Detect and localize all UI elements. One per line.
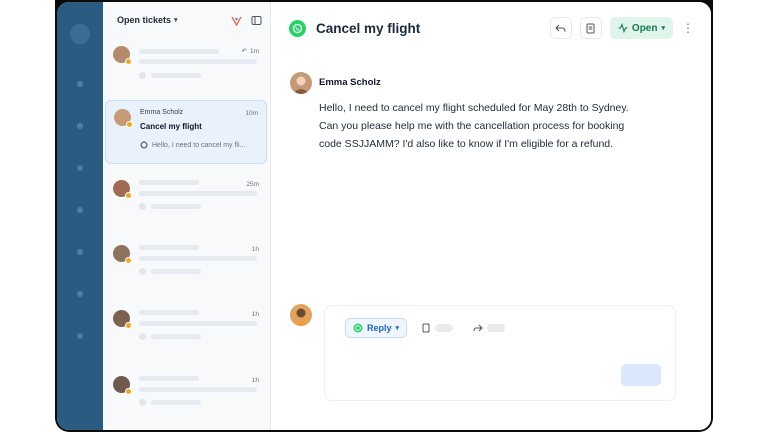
forward-tool[interactable] <box>473 320 505 336</box>
reply-arrow-icon: ↶ <box>241 48 247 55</box>
message-author: Emma Scholz <box>319 77 381 88</box>
ticket-time: 1h <box>251 377 259 384</box>
ticket-item[interactable]: 1h <box>105 368 267 430</box>
ticket-item[interactable]: 1h <box>105 237 267 301</box>
conversation-title: Cancel my flight <box>316 20 421 36</box>
ticket-filter-dropdown[interactable]: Open tickets ▾ <box>117 15 178 25</box>
app-window: Open tickets ▾ ↶ 1m Emma Scholz Cancel m… <box>57 2 711 430</box>
status-badge <box>125 58 132 65</box>
ai-sparkle-icon[interactable] <box>231 15 242 26</box>
ticket-time: 10m <box>245 110 258 117</box>
nav-item[interactable] <box>77 249 83 255</box>
nav-item[interactable] <box>77 165 83 171</box>
ticket-preview: Hello, I need to cancel my fli... <box>152 141 246 149</box>
nav-item[interactable] <box>77 207 83 213</box>
nav-item[interactable] <box>77 123 83 129</box>
status-badge <box>125 388 132 395</box>
avatar <box>113 310 132 329</box>
nav-item[interactable] <box>77 333 83 339</box>
forward-arrow-icon <box>473 324 483 332</box>
avatar <box>290 72 312 94</box>
reply-mode-label: Reply <box>367 323 392 333</box>
agent-avatar <box>290 304 312 326</box>
send-button[interactable] <box>621 364 661 386</box>
avatar <box>113 46 132 65</box>
whatsapp-icon <box>353 323 363 333</box>
chevron-down-icon: ▾ <box>395 325 400 332</box>
ticket-item[interactable]: 1h <box>105 302 267 366</box>
channel-icon <box>139 333 146 340</box>
reply-button[interactable] <box>549 17 572 39</box>
ticket-filter-label: Open tickets <box>117 15 172 25</box>
ticket-time: 1h <box>251 311 259 318</box>
whatsapp-icon <box>289 19 306 37</box>
status-badge <box>126 121 133 128</box>
channel-icon <box>139 399 146 406</box>
conversation-panel: Cancel my flight Open ▾ ⋮ Emma Scholz He <box>271 2 711 430</box>
avatar <box>114 109 133 128</box>
ticket-subject: Cancel my flight <box>140 122 202 131</box>
channel-icon <box>139 72 146 79</box>
note-tool[interactable] <box>421 320 453 336</box>
status-badge <box>125 192 132 199</box>
nav-item[interactable] <box>77 291 83 297</box>
ticket-time: 25m <box>246 181 259 188</box>
status-badge <box>125 257 132 264</box>
document-icon <box>586 23 595 33</box>
ticket-item-active[interactable]: Emma Scholz Cancel my flight 10m Hello, … <box>105 100 267 164</box>
document-icon <box>422 323 430 333</box>
status-dropdown[interactable]: Open ▾ <box>609 17 673 39</box>
nav-item[interactable] <box>77 81 83 87</box>
ticket-time: ↶ 1m <box>241 47 259 56</box>
ticket-item[interactable]: 25m <box>105 172 267 236</box>
reply-composer[interactable]: Reply ▾ <box>324 305 676 401</box>
channel-icon <box>139 268 146 275</box>
status-label: Open <box>631 22 658 34</box>
message-body: Hello, I need to cancel my flight schedu… <box>319 102 629 150</box>
avatar <box>113 180 132 199</box>
reply-mode-dropdown[interactable]: Reply ▾ <box>345 318 408 338</box>
ticket-customer-name: Emma Scholz <box>140 109 184 116</box>
chevron-down-icon: ▾ <box>174 17 178 24</box>
chevron-down-icon: ▾ <box>661 25 665 32</box>
notes-button[interactable] <box>579 17 602 39</box>
avatar <box>113 245 132 264</box>
app-logo[interactable] <box>70 24 90 44</box>
conversation-header: Cancel my flight Open ▾ ⋮ <box>271 2 711 54</box>
channel-icon <box>139 203 146 210</box>
more-options-icon[interactable]: ⋮ <box>681 17 695 39</box>
status-badge <box>125 322 132 329</box>
ticket-time: 1h <box>251 246 259 253</box>
avatar <box>113 376 132 395</box>
ticket-list: Open tickets ▾ ↶ 1m Emma Scholz Cancel m… <box>103 2 271 430</box>
ticket-list-header: Open tickets ▾ <box>103 2 270 38</box>
activity-icon <box>618 23 628 33</box>
reply-arrow-icon <box>555 24 566 32</box>
ticket-item[interactable]: ↶ 1m <box>105 38 267 102</box>
sidebar-toggle-icon[interactable] <box>251 15 262 26</box>
nav-rail <box>57 2 103 430</box>
whatsapp-icon <box>140 136 148 154</box>
